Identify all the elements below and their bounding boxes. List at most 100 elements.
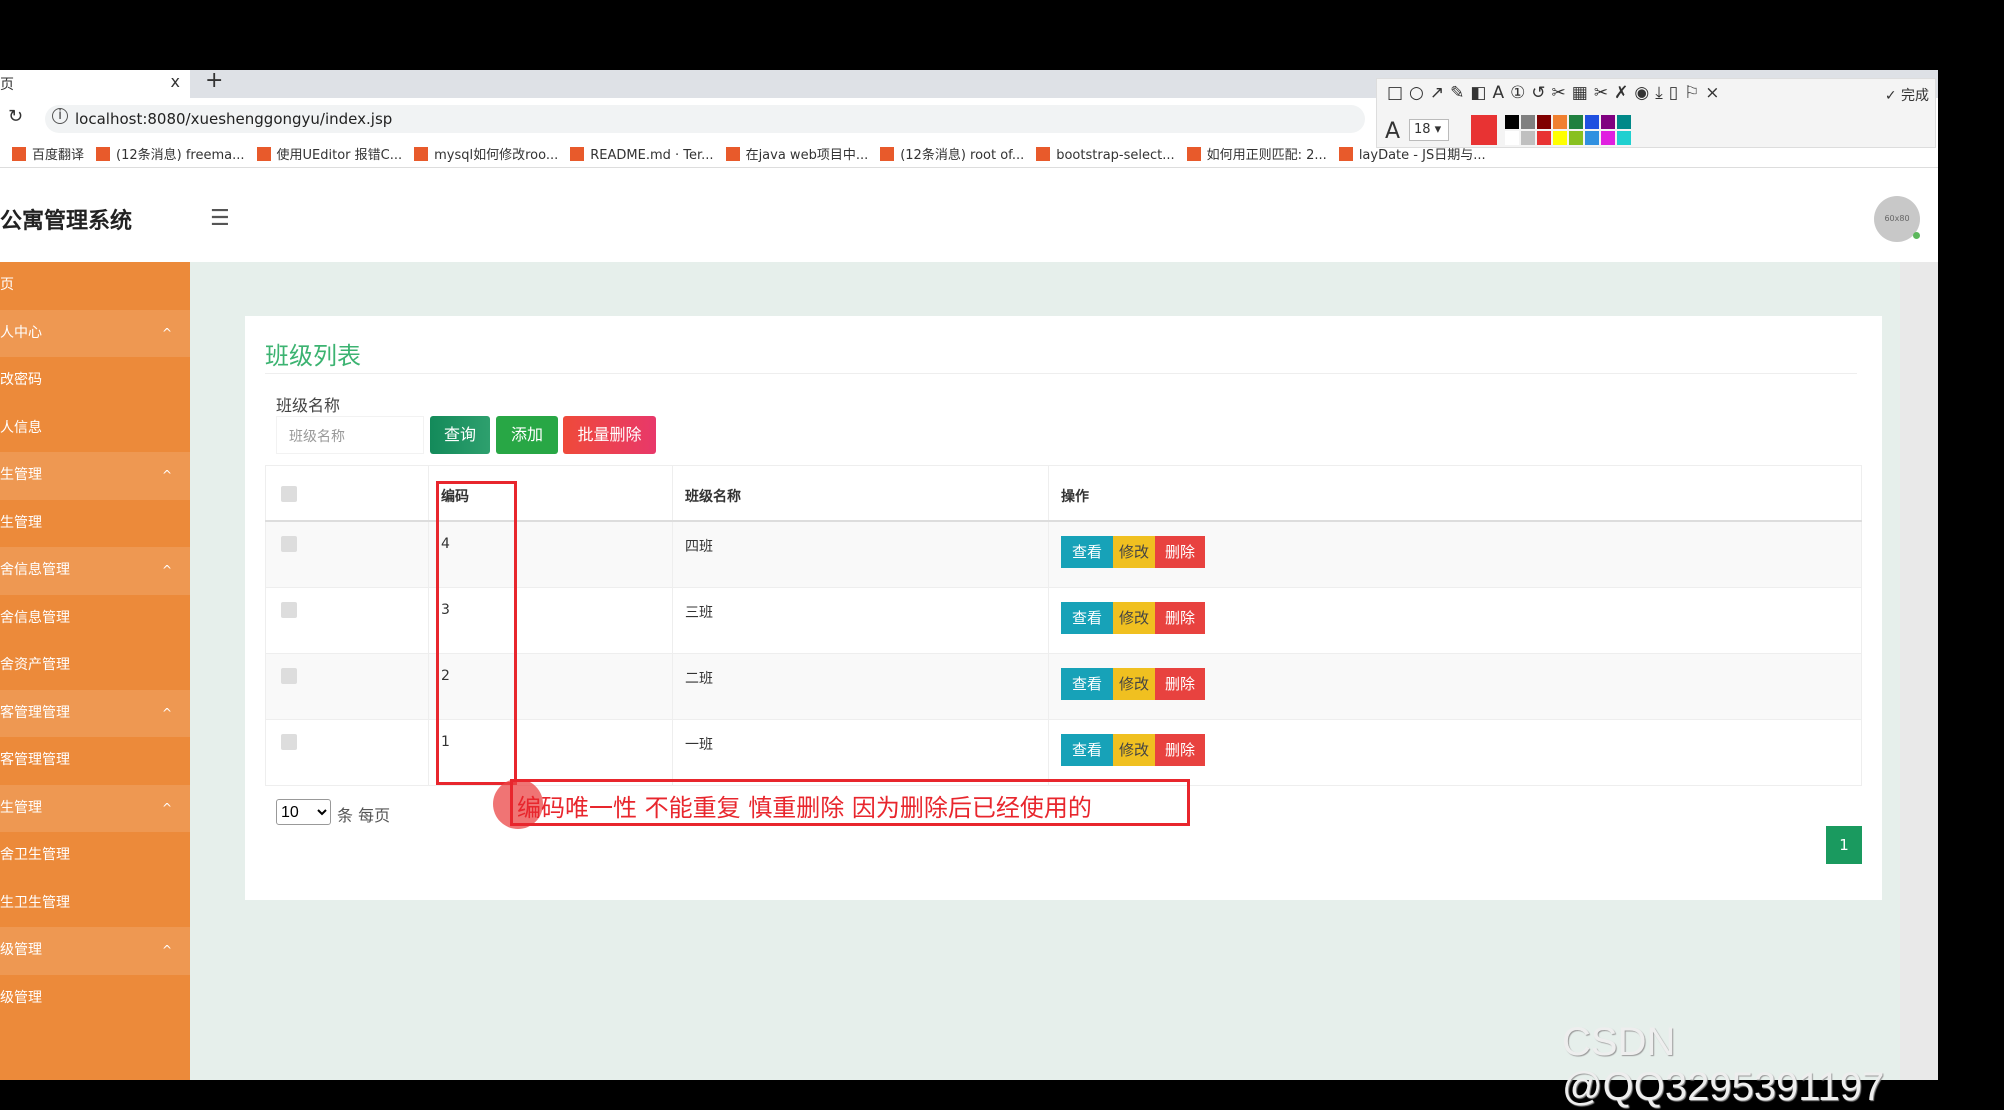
hamburger-icon[interactable]: ☰ <box>210 206 230 231</box>
chevron-up-icon: ^ <box>161 800 172 815</box>
bookmark[interactable]: README.md · Ter... <box>570 147 714 163</box>
bookmark[interactable]: (12条消息) root of... <box>880 144 1024 163</box>
column-header: 班级名称 <box>672 465 1049 522</box>
name-cell: 三班 <box>672 586 1049 654</box>
font-icon: A <box>1385 119 1401 144</box>
color-swatch[interactable] <box>1617 131 1631 145</box>
view-button[interactable]: 查看 <box>1061 667 1113 700</box>
sidebar-item[interactable]: 客管理管理 <box>0 737 190 785</box>
chevron-up-icon: ^ <box>161 468 172 482</box>
current-color[interactable] <box>1471 115 1497 145</box>
info-icon[interactable]: i <box>52 108 68 124</box>
sidebar-item[interactable]: 舍卫生管理 <box>0 832 190 880</box>
reload-icon[interactable]: ↻ <box>8 106 23 127</box>
row-checkbox[interactable] <box>281 536 297 552</box>
color-swatch[interactable] <box>1537 115 1551 129</box>
color-swatch[interactable] <box>1585 131 1599 145</box>
edit-button[interactable]: 修改 <box>1113 601 1155 634</box>
sidebar-item[interactable]: 级管理 <box>0 975 190 1023</box>
chevron-up-icon: ^ <box>161 325 172 340</box>
sidebar-group[interactable]: 客管理管理 ^ <box>0 689 190 737</box>
row-checkbox[interactable] <box>281 601 297 618</box>
edit-button[interactable]: 修改 <box>1113 733 1155 766</box>
add-button[interactable]: 添加 <box>496 416 558 454</box>
color-swatch[interactable] <box>1505 131 1519 145</box>
sidebar-label: 舍信息管理 <box>0 609 70 626</box>
view-button[interactable]: 查看 <box>1061 601 1113 634</box>
bookmark[interactable]: 使用UEditor 报错C... <box>256 144 402 163</box>
bookmark-icon <box>414 147 429 161</box>
delete-button[interactable]: 删除 <box>1155 667 1205 700</box>
color-swatch[interactable] <box>1553 115 1567 129</box>
row-checkbox[interactable] <box>281 667 297 684</box>
color-swatch[interactable] <box>1521 131 1535 145</box>
sidebar-label: 生管理 <box>0 514 42 531</box>
tab-close-icon[interactable]: x <box>171 72 180 91</box>
row-checkbox[interactable] <box>281 733 297 750</box>
bookmark-icon <box>256 147 271 161</box>
color-swatch[interactable] <box>1505 115 1519 129</box>
edit-button[interactable]: 修改 <box>1113 536 1155 568</box>
select-all-checkbox[interactable] <box>281 486 297 502</box>
sidebar-label: 舍信息管理 <box>0 562 70 578</box>
sidebar-item[interactable]: 生卫生管理 <box>0 880 190 928</box>
sidebar-group[interactable]: 级管理 ^ <box>0 927 190 975</box>
class-name-input[interactable]: 班级名称 <box>276 416 424 454</box>
snip-tools[interactable]: □○↗✎◧A①↺✂▦✂✗◉⤓▯⚐× <box>1387 83 1726 103</box>
color-swatch[interactable] <box>1585 115 1599 129</box>
bookmark-label: layDate - JS日期与... <box>1358 148 1486 163</box>
sidebar-group[interactable]: 生管理 ^ <box>0 784 190 832</box>
bookmark[interactable]: 在java web项目中... <box>725 144 868 163</box>
sidebar-item[interactable]: 人信息 <box>0 405 190 453</box>
delete-button[interactable]: 删除 <box>1155 601 1205 634</box>
watermark: CSDN @QQ3295391197 <box>1562 1020 1885 1109</box>
page-size-select[interactable]: 10 <box>276 799 331 825</box>
sidebar-group[interactable]: 人中心 ^ <box>0 309 190 357</box>
color-swatch[interactable] <box>1617 115 1631 129</box>
name-cell: 四班 <box>672 520 1049 588</box>
color-swatch[interactable] <box>1601 115 1615 129</box>
color-swatch[interactable] <box>1569 131 1583 145</box>
page-1-button[interactable]: 1 <box>1826 826 1862 864</box>
color-swatch[interactable] <box>1569 115 1583 129</box>
search-button[interactable]: 查询 <box>430 416 490 454</box>
sidebar-label: 人中心 <box>0 324 42 341</box>
done-button[interactable]: ✓ 完成 <box>1885 85 1929 105</box>
sidebar-group[interactable]: 生管理 ^ <box>0 452 190 500</box>
sidebar: 页人中心 ^ 改密码 人信息 生管理 ^ 生管理 舍信息管理 ^ 舍信息管理 舍资产管理 客管理管理 ^… <box>0 262 190 1080</box>
sidebar-label: 生卫生管理 <box>0 894 70 911</box>
delete-button[interactable]: 删除 <box>1155 733 1205 766</box>
font-size-select[interactable]: 18 ▾ <box>1409 119 1449 141</box>
color-swatch[interactable] <box>1521 115 1535 129</box>
sidebar-item[interactable]: 舍资产管理 <box>0 642 190 690</box>
column-header: 操作 <box>1048 465 1862 522</box>
bookmark[interactable]: bootstrap-select... <box>1036 147 1175 163</box>
bookmark[interactable]: mysql如何修改roo... <box>414 144 558 163</box>
sidebar-label: 人信息 <box>0 419 42 436</box>
new-tab-button[interactable]: + <box>205 68 223 93</box>
color-swatch[interactable] <box>1553 131 1567 145</box>
sidebar-item[interactable]: 生管理 <box>0 500 190 548</box>
bookmark-label: (12条消息) root of... <box>900 148 1025 163</box>
chevron-up-icon: ^ <box>161 705 172 720</box>
sidebar-group[interactable]: 舍信息管理 ^ <box>0 547 190 595</box>
bookmark-label: bootstrap-select... <box>1056 148 1175 163</box>
url-input[interactable]: localhost:8080/xueshenggongyu/index.jsp <box>45 105 1365 133</box>
bookmark[interactable]: (12条消息) freema... <box>96 144 245 163</box>
bookmark[interactable]: 如何用正则匹配: 2... <box>1186 144 1327 163</box>
sidebar-label: 级管理 <box>0 942 42 958</box>
bookmark-icon <box>880 147 895 161</box>
sidebar-item[interactable]: 页 <box>0 262 190 310</box>
browser-tab[interactable]: 页x <box>0 70 190 100</box>
color-swatch[interactable] <box>1537 131 1551 145</box>
sidebar-item[interactable]: 改密码 <box>0 357 190 405</box>
delete-button[interactable]: 删除 <box>1155 536 1205 568</box>
edit-button[interactable]: 修改 <box>1113 667 1155 700</box>
view-button[interactable]: 查看 <box>1061 536 1113 568</box>
view-button[interactable]: 查看 <box>1061 733 1113 766</box>
sidebar-item[interactable]: 舍信息管理 <box>0 595 190 643</box>
color-swatch[interactable] <box>1601 131 1615 145</box>
batch-delete-button[interactable]: 批量删除 <box>563 416 656 454</box>
bookmark-label: mysql如何修改roo... <box>434 148 559 163</box>
bookmark[interactable]: 百度翻译 <box>12 144 84 163</box>
